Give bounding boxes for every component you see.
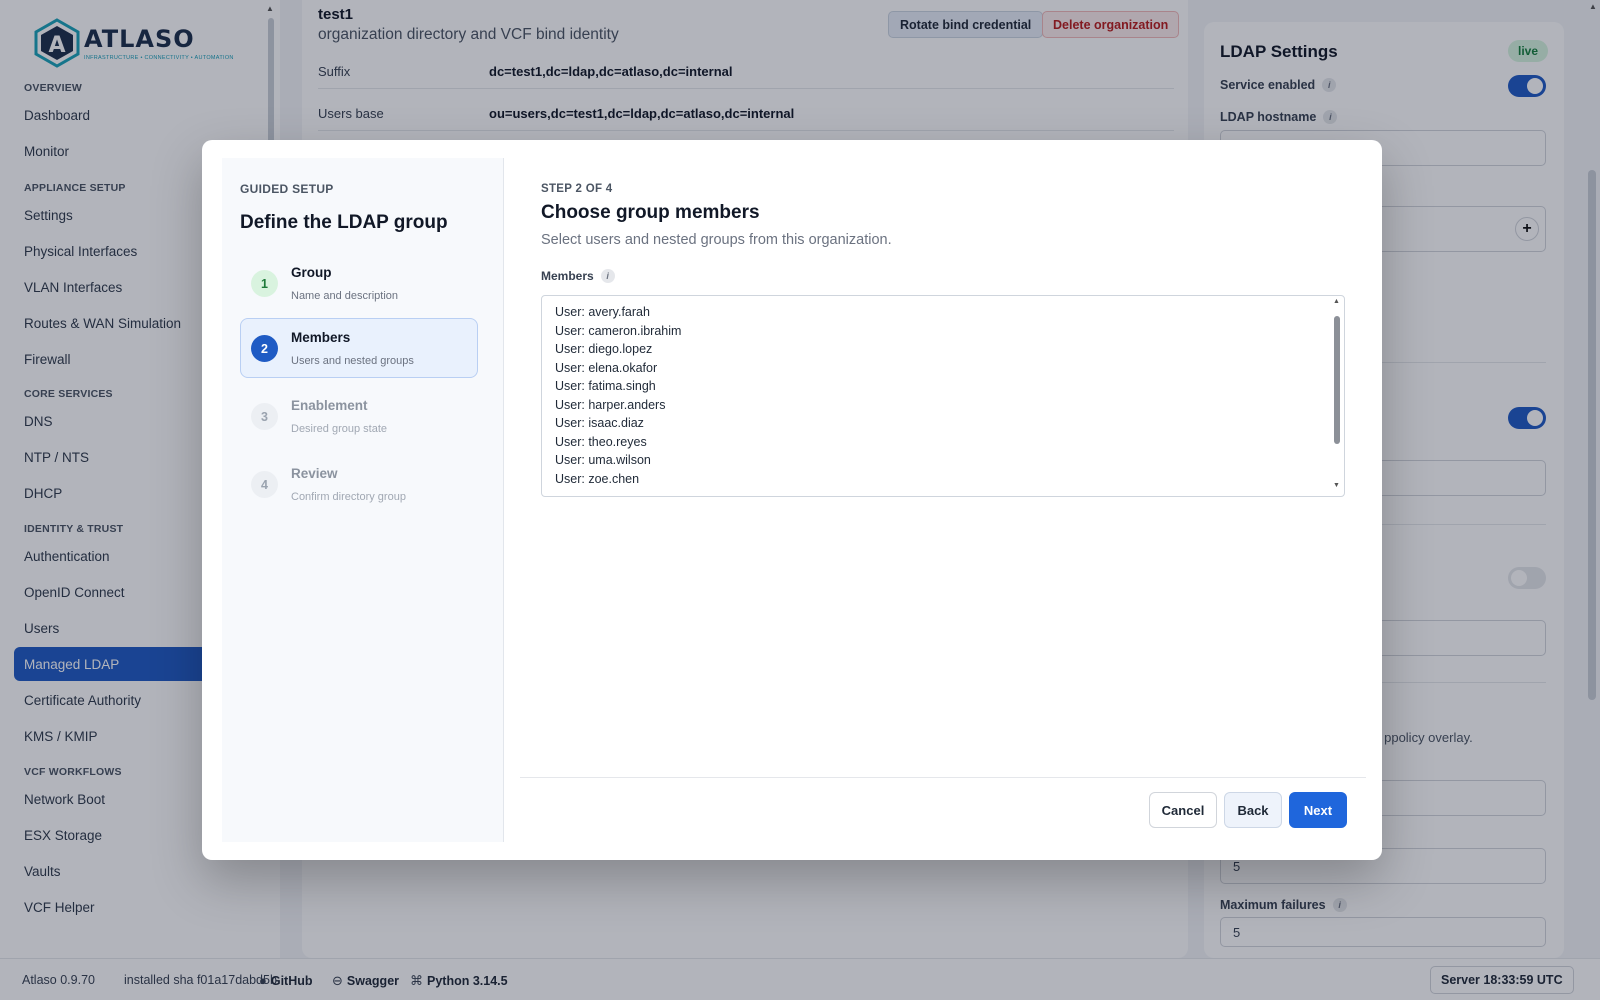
step-number-badge: 1 <box>251 270 278 297</box>
step-description: Confirm directory group <box>291 491 406 503</box>
step-title-label: Members <box>291 330 351 345</box>
member-option[interactable]: User: fatima.singh <box>542 377 1322 396</box>
member-option[interactable]: User: diego.lopez <box>542 340 1322 359</box>
step-number-badge: 2 <box>251 335 278 362</box>
member-option[interactable]: User: zoe.chen <box>542 470 1322 489</box>
next-button[interactable]: Next <box>1289 792 1347 828</box>
back-button[interactable]: Back <box>1224 792 1282 828</box>
step-description: Desired group state <box>291 423 387 435</box>
wizard-step-members[interactable]: 2 Members Users and nested groups <box>240 318 478 378</box>
info-icon[interactable]: i <box>600 269 615 283</box>
wizard-step-enablement[interactable]: 3 Enablement Desired group state <box>240 386 478 446</box>
guided-setup-modal: GUIDED SETUP Define the LDAP group 1 Grou… <box>202 140 1382 860</box>
members-label: Members i <box>541 269 615 283</box>
cancel-button[interactable]: Cancel <box>1149 792 1217 828</box>
member-option[interactable]: User: avery.farah <box>542 303 1322 322</box>
members-select[interactable]: User: avery.farah User: cameron.ibrahim Us… <box>541 295 1345 497</box>
step-description: Name and description <box>291 290 399 302</box>
step-description: Users and nested groups <box>291 355 414 367</box>
step-counter: STEP 2 OF 4 <box>541 183 613 195</box>
step-subtitle: Select users and nested groups from this… <box>541 232 892 248</box>
member-option[interactable]: User: isaac.diaz <box>542 414 1322 433</box>
modal-footer-divider <box>520 777 1366 778</box>
guided-setup-eyebrow: GUIDED SETUP <box>240 182 334 196</box>
member-option[interactable]: User: theo.reyes <box>542 433 1322 452</box>
step-title: Choose group members <box>541 202 760 223</box>
member-option[interactable]: User: elena.okafor <box>542 359 1322 378</box>
members-scrollbar[interactable]: ▲ ▼ <box>1332 298 1342 494</box>
members-options: User: avery.farah User: cameron.ibrahim Us… <box>542 303 1322 488</box>
member-option[interactable]: User: cameron.ibrahim <box>542 322 1322 341</box>
step-title-label: Group <box>291 265 332 280</box>
wizard-step-review[interactable]: 4 Review Confirm directory group <box>240 454 478 514</box>
scroll-down-icon[interactable]: ▼ <box>1333 482 1340 489</box>
member-option[interactable]: User: harper.anders <box>542 396 1322 415</box>
scroll-up-icon[interactable]: ▲ <box>1333 298 1340 305</box>
members-scroll-thumb[interactable] <box>1334 316 1340 444</box>
step-number-badge: 4 <box>251 471 278 498</box>
wizard-step-group[interactable]: 1 Group Name and description <box>240 253 478 313</box>
members-label-text: Members <box>541 269 594 283</box>
wizard-steps-panel: GUIDED SETUP Define the LDAP group 1 Grou… <box>222 158 504 842</box>
wizard-title: Define the LDAP group <box>240 212 448 233</box>
member-option[interactable]: User: uma.wilson <box>542 451 1322 470</box>
step-number-badge: 3 <box>251 403 278 430</box>
step-title-label: Enablement <box>291 398 368 413</box>
step-title-label: Review <box>291 466 338 481</box>
